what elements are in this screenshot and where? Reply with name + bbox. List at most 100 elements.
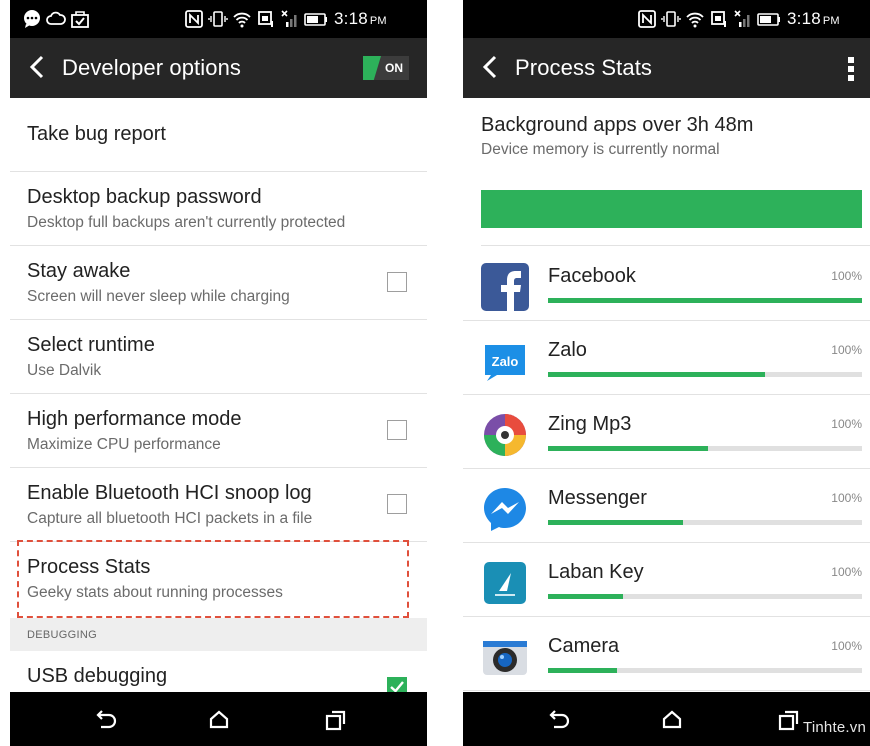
- app-usage-bar: [548, 446, 862, 451]
- app-usage-bar: [548, 520, 862, 525]
- nfc-icon: [185, 10, 203, 28]
- signal-no-service-icon: [281, 10, 297, 27]
- debugging-section-header: DEBUGGING: [10, 618, 427, 651]
- page-title: Process Stats: [515, 55, 653, 80]
- stay-awake-item[interactable]: Stay awake Screen will never sleep while…: [10, 246, 427, 320]
- app-usage-bar: [548, 668, 862, 673]
- bluetooth-hci-checkbox[interactable]: [387, 494, 407, 514]
- high-performance-checkbox[interactable]: [387, 420, 407, 440]
- status-bar: 3:18 PM: [10, 0, 427, 38]
- app-row[interactable]: Zalo Zalo 100%: [463, 321, 870, 395]
- navigation-bar: Tinhte.vn: [463, 692, 870, 746]
- app-name: Facebook: [548, 265, 636, 287]
- home-nav-icon[interactable]: [206, 707, 232, 733]
- item-subtitle: Screen will never sleep while charging: [27, 288, 290, 305]
- app-row[interactable]: Facebook 100%: [463, 247, 870, 321]
- app-percent: 100%: [831, 639, 862, 653]
- highlight-box: [17, 540, 409, 618]
- select-runtime-item[interactable]: Select runtime Use Dalvik: [10, 320, 427, 394]
- zing-mp3-icon: [481, 411, 529, 459]
- app-usage-fill: [548, 520, 684, 525]
- app-percent: 100%: [831, 269, 862, 283]
- wifi-icon: [233, 12, 251, 28]
- item-subtitle: Desktop full backups aren't currently pr…: [27, 214, 346, 231]
- item-title: Desktop backup password: [27, 186, 262, 208]
- app-row[interactable]: Laban Key 100%: [463, 543, 870, 617]
- recent-apps-nav-icon[interactable]: [323, 707, 349, 733]
- app-usage-fill: [548, 298, 862, 303]
- back-arrow-icon[interactable]: [26, 53, 48, 81]
- divider: [481, 245, 870, 246]
- app-row[interactable]: Messenger 100%: [463, 469, 870, 543]
- app-usage-bar: [548, 372, 862, 377]
- background-title: Background apps over 3h 48m: [481, 114, 754, 136]
- item-title: USB debugging: [27, 665, 168, 687]
- status-time: 3:18 PM: [334, 9, 387, 28]
- facebook-icon: [481, 263, 529, 311]
- overflow-menu-icon[interactable]: [846, 56, 856, 82]
- vibrate-icon: [661, 11, 681, 27]
- app-percent: 100%: [831, 417, 862, 431]
- memory-usage-bar: [481, 190, 862, 228]
- svg-text:Zalo: Zalo: [492, 354, 519, 369]
- desktop-backup-password-item[interactable]: Desktop backup password Desktop full bac…: [10, 172, 427, 246]
- battery-icon: [304, 13, 327, 26]
- vibrate-icon: [208, 11, 228, 27]
- app-usage-bar: [548, 594, 862, 599]
- messenger-icon: [481, 485, 529, 533]
- page-title: Developer options: [62, 55, 242, 80]
- status-time: 3:18 PM: [787, 9, 840, 28]
- item-subtitle: Maximize CPU performance: [27, 436, 221, 453]
- item-title: High performance mode: [27, 408, 242, 430]
- app-name: Camera: [548, 635, 620, 657]
- home-nav-icon[interactable]: [659, 707, 685, 733]
- app-name: Zalo: [548, 339, 587, 361]
- developer-options-toggle[interactable]: ON: [363, 56, 409, 80]
- high-performance-mode-item[interactable]: High performance mode Maximize CPU perfo…: [10, 394, 427, 468]
- battery-icon: [757, 13, 780, 26]
- app-row[interactable]: Zing Mp3 100%: [463, 395, 870, 469]
- item-subtitle: Use Dalvik: [27, 362, 102, 379]
- app-usage-fill: [548, 446, 709, 451]
- app-usage-fill: [548, 594, 624, 599]
- app-usage-fill: [548, 372, 765, 377]
- back-nav-icon[interactable]: [93, 707, 119, 733]
- app-percent: 100%: [831, 565, 862, 579]
- bluetooth-hci-snoop-item[interactable]: Enable Bluetooth HCI snoop log Capture a…: [10, 468, 427, 542]
- memory-status: Device memory is currently normal: [481, 141, 720, 158]
- app-percent: 100%: [831, 491, 862, 505]
- app-usage-bar: [548, 298, 862, 303]
- zalo-icon: Zalo: [481, 337, 529, 385]
- navigation-bar: [10, 692, 427, 746]
- app-percent: 100%: [831, 343, 862, 357]
- app-row[interactable]: Camera 100%: [463, 617, 870, 691]
- back-arrow-icon[interactable]: [479, 53, 501, 81]
- camera-icon: [481, 633, 529, 681]
- app-name: Laban Key: [548, 561, 644, 583]
- section-title: DEBUGGING: [27, 629, 97, 641]
- laban-key-icon: [481, 559, 529, 607]
- action-bar: Process Stats: [463, 38, 870, 98]
- item-title: Take bug report: [27, 123, 166, 145]
- app-name: Messenger: [548, 487, 647, 509]
- status-bar: 3:18 PM: [463, 0, 870, 38]
- developer-options-screen: 3:18 PM Developer options ON Take bug rep…: [10, 0, 427, 746]
- stay-awake-checkbox[interactable]: [387, 272, 407, 292]
- wifi-icon: [686, 12, 704, 28]
- take-bug-report-item[interactable]: Take bug report: [10, 98, 427, 172]
- cloud-icon: [46, 11, 66, 25]
- back-nav-icon[interactable]: [546, 707, 572, 733]
- data-sync-icon: [711, 11, 726, 27]
- item-subtitle: Capture all bluetooth HCI packets in a f…: [27, 510, 313, 527]
- toggle-label: ON: [385, 61, 403, 75]
- recent-apps-nav-icon[interactable]: [776, 707, 802, 733]
- background-summary: Background apps over 3h 48m Device memor…: [481, 114, 753, 159]
- watermark: Tinhte.vn: [803, 719, 866, 736]
- action-bar: Developer options ON: [10, 38, 427, 98]
- data-sync-icon: [258, 11, 273, 27]
- app-name: Zing Mp3: [548, 413, 632, 435]
- app-usage-fill: [548, 668, 618, 673]
- signal-no-service-icon: [734, 10, 750, 27]
- item-title: Stay awake: [27, 260, 131, 282]
- toggle-indicator: [363, 56, 381, 80]
